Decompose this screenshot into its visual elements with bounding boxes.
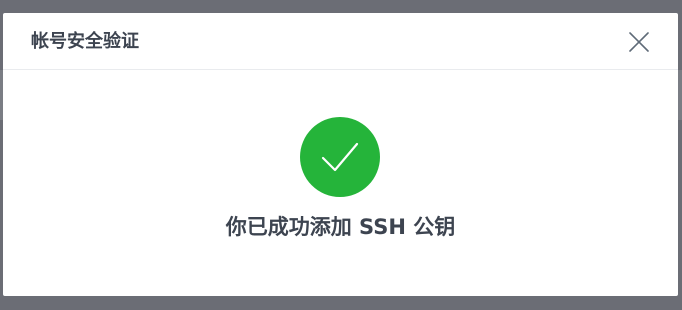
- dialog-body: 你已成功添加 SSH 公钥: [3, 70, 678, 296]
- close-button[interactable]: [627, 30, 651, 54]
- success-badge: [300, 117, 380, 197]
- dialog-title: 帐号安全验证: [31, 31, 139, 52]
- dialog-header: 帐号安全验证: [3, 13, 678, 70]
- security-verification-dialog: 帐号安全验证 你已成功添加 SSH 公钥: [3, 13, 678, 296]
- close-icon: [629, 32, 649, 52]
- success-message: 你已成功添加 SSH 公钥: [225, 215, 456, 239]
- checkmark-circle-icon: [321, 142, 359, 172]
